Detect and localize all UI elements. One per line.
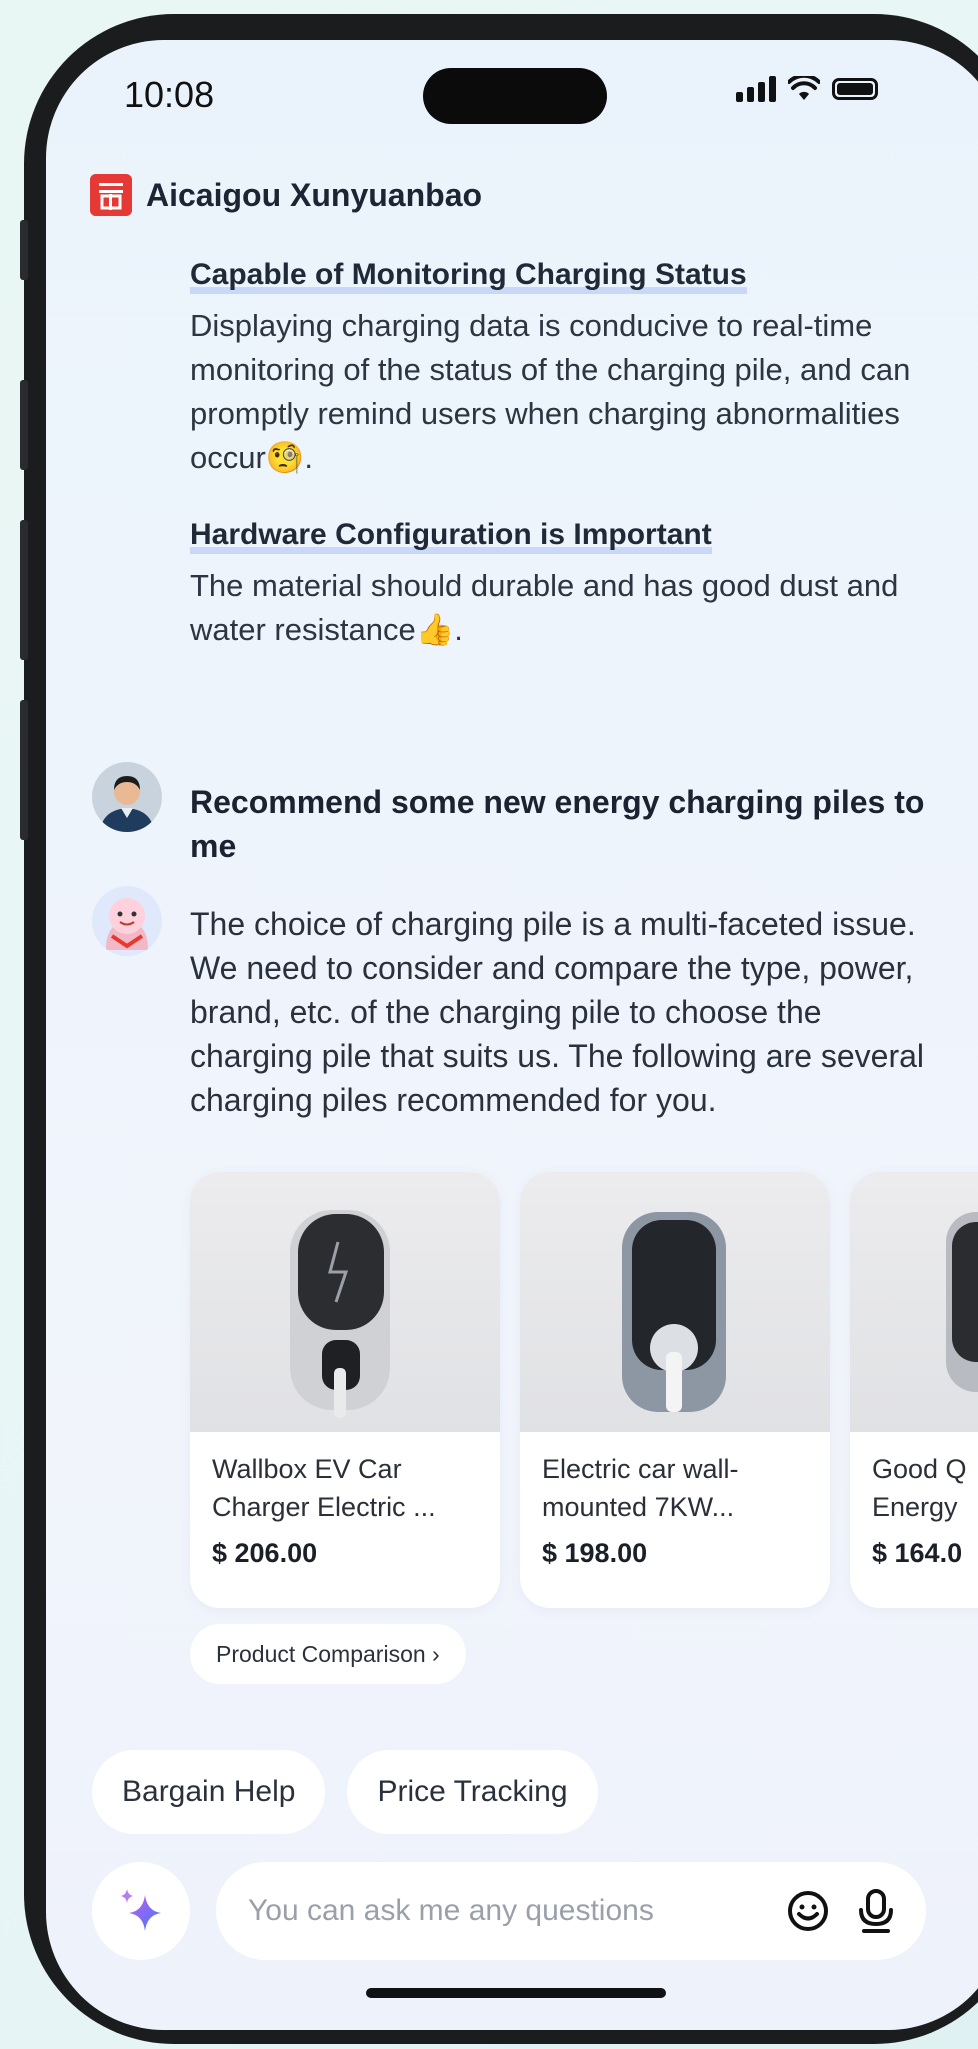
product-carousel[interactable]: Wallbox EV Car Charger Electric ... $ 20… xyxy=(190,1172,978,1608)
assistant-message: The choice of charging pile is a multi-f… xyxy=(190,906,925,1118)
quick-actions: Bargain Help Price Tracking xyxy=(92,1750,598,1834)
user-avatar xyxy=(92,762,162,832)
question-input-box[interactable] xyxy=(216,1862,926,1960)
product-card[interactable]: Electric car wall- mounted 7KW... $ 198.… xyxy=(520,1172,830,1608)
signal-icon xyxy=(736,76,776,102)
product-title: Energy xyxy=(872,1492,958,1522)
brand-name: Aicaigou Xunyuanbao xyxy=(146,176,483,213)
product-price: $ 206.00 xyxy=(212,1538,318,1568)
status-icons xyxy=(736,76,878,102)
product-card[interactable]: Wallbox EV Car Charger Electric ... $ 20… xyxy=(190,1172,500,1608)
smiley-icon[interactable] xyxy=(786,1889,830,1933)
product-price: $ 198.00 xyxy=(542,1538,648,1568)
product-title: Good Q xyxy=(872,1454,967,1484)
battery-icon xyxy=(832,78,878,100)
screen: 10:08 Aicaigou Xunyuanbao Capable of Mon… xyxy=(46,40,978,2030)
product-image xyxy=(520,1172,830,1432)
chat-header: Aicaigou Xunyuanbao xyxy=(90,174,482,216)
section-body: Displaying charging data is conducive to… xyxy=(190,308,911,475)
brand-logo-icon xyxy=(90,174,132,216)
section-hardware: Hardware Configuration is Important The … xyxy=(190,518,950,652)
dynamic-island xyxy=(423,68,607,124)
volume-up-button xyxy=(20,380,28,470)
product-title: Charger Electric ... xyxy=(212,1492,436,1522)
sparkle-icon xyxy=(121,1889,161,1931)
volume-down-button xyxy=(20,520,28,660)
product-title: Electric car wall- xyxy=(542,1454,739,1484)
product-title: mounted 7KW... xyxy=(542,1492,735,1522)
status-time: 10:08 xyxy=(124,74,215,115)
product-image xyxy=(850,1172,978,1432)
section-heading: Capable of Monitoring Charging Status xyxy=(190,258,747,294)
composer xyxy=(92,1862,926,1960)
product-price: $ 164.0 xyxy=(872,1538,963,1568)
mute-switch xyxy=(20,220,28,280)
question-input[interactable] xyxy=(246,1893,786,1929)
wifi-icon xyxy=(788,76,820,100)
product-card[interactable]: Good Q Energy $ 164.0 xyxy=(850,1172,978,1608)
bargain-help-chip[interactable]: Bargain Help xyxy=(92,1750,326,1834)
user-message: Recommend some new energy charging piles… xyxy=(190,784,925,864)
product-comparison-button[interactable]: Product Comparison › xyxy=(190,1624,466,1684)
product-title: Wallbox EV Car xyxy=(212,1454,402,1484)
price-tracking-chip[interactable]: Price Tracking xyxy=(347,1750,598,1834)
section-body: The material should durable and has good… xyxy=(190,568,899,647)
home-indicator[interactable] xyxy=(366,1988,666,1998)
section-heading: Hardware Configuration is Important xyxy=(190,518,712,554)
product-image xyxy=(190,1172,500,1432)
section-charging-status: Capable of Monitoring Charging Status Di… xyxy=(190,258,950,480)
volume-down-button-2 xyxy=(20,700,28,840)
assistant-avatar xyxy=(92,886,162,956)
sparkle-button[interactable] xyxy=(92,1862,190,1960)
microphone-icon[interactable] xyxy=(856,1888,896,1934)
